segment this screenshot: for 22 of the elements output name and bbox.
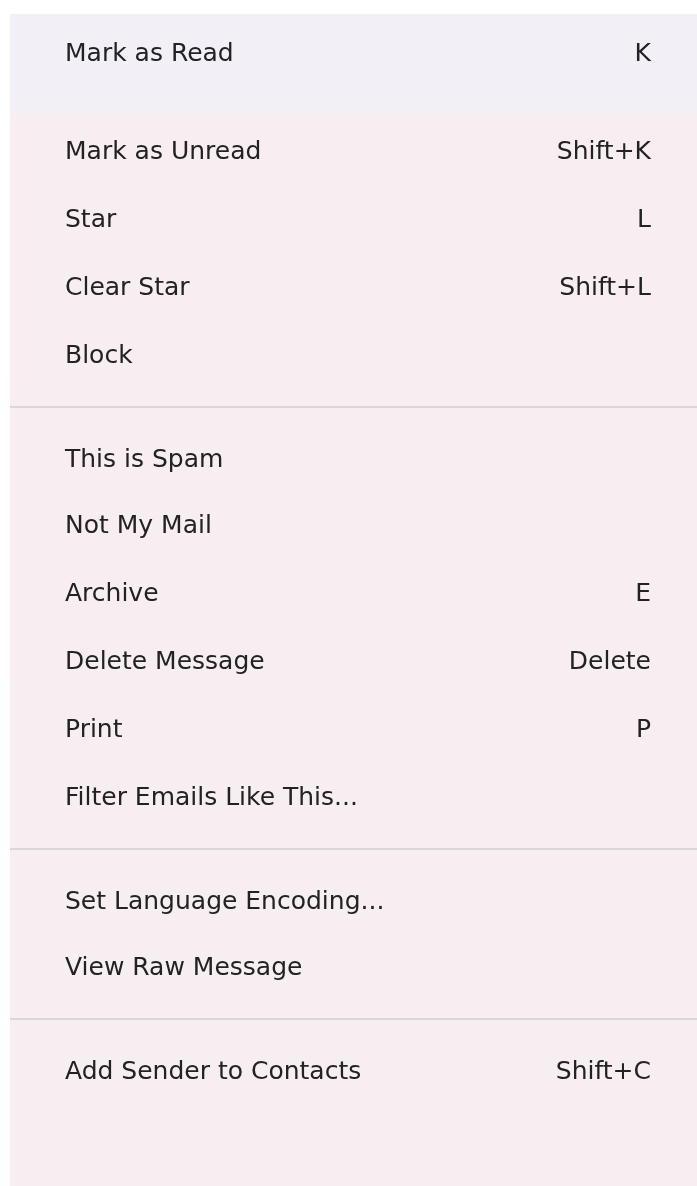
menu-item[interactable]: Filter Emails Like This... (10, 762, 697, 830)
shortcut-label: Shift+K (556, 135, 651, 165)
shortcut-label: K (634, 37, 651, 67)
shortcut-label: Shift+L (559, 271, 651, 301)
menu-item[interactable]: Archive E (10, 558, 697, 626)
shortcut-label: E (635, 577, 651, 607)
menu-item[interactable]: Block (10, 320, 697, 388)
menu-item[interactable]: Mark as Read K (10, 20, 697, 84)
menu-item[interactable]: Delete Message Delete (10, 626, 697, 694)
menu-item[interactable]: Clear Star Shift+L (10, 252, 697, 320)
menu-item[interactable]: Print P (10, 694, 697, 762)
shortcut-label: P (635, 713, 651, 743)
menu-item[interactable]: Add Sender to Contacts Shift+C (10, 1038, 697, 1102)
menu-item[interactable]: Mark as Unread Shift+K (10, 116, 697, 184)
menu-item[interactable]: Not My Mail (10, 490, 697, 558)
shortcut-label: L (637, 203, 651, 233)
menu-item[interactable]: Star L (10, 184, 697, 252)
shortcut-label: Shift+C (555, 1055, 651, 1085)
menu-item[interactable]: This is Spam (10, 426, 697, 490)
menu-item[interactable]: Set Language Encoding... (10, 868, 697, 932)
menu-item[interactable]: View Raw Message (10, 932, 697, 1000)
shortcut-label: Delete (568, 645, 651, 675)
